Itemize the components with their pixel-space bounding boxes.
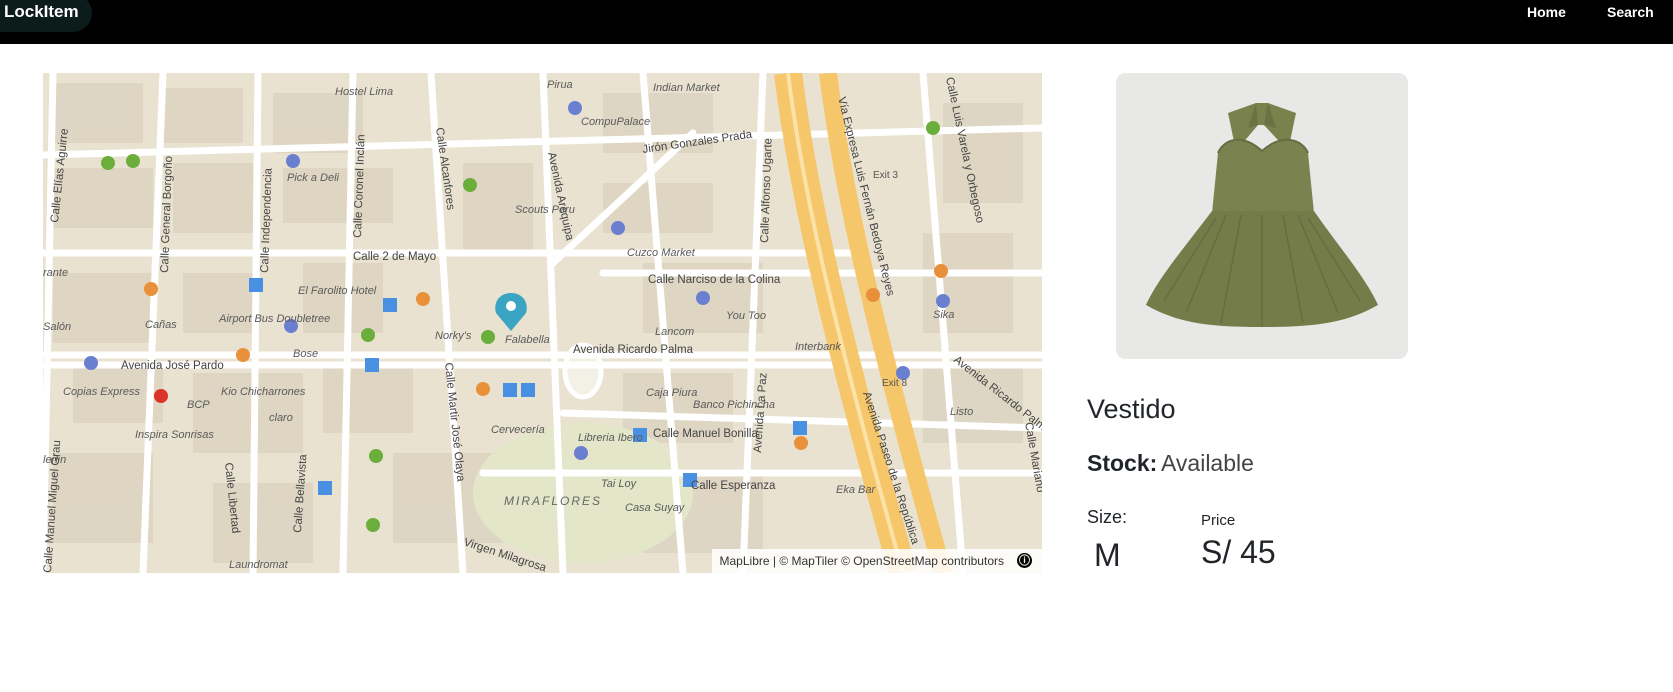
svg-text:Sika: Sika xyxy=(933,309,954,321)
svg-text:You Too: You Too xyxy=(726,310,766,322)
svg-text:Listo: Listo xyxy=(950,406,973,418)
svg-text:Airport Bus Doubletree: Airport Bus Doubletree xyxy=(218,313,330,325)
svg-text:Falabella: Falabella xyxy=(505,334,550,346)
svg-text:Calle 2 de Mayo: Calle 2 de Mayo xyxy=(353,251,436,263)
svg-text:rante: rante xyxy=(43,267,68,279)
svg-text:Caja Piura: Caja Piura xyxy=(646,387,697,399)
svg-text:Calle Narciso de la Colina: Calle Narciso de la Colina xyxy=(648,274,781,286)
size-label: Size: xyxy=(1087,507,1128,527)
svg-text:Pirua: Pirua xyxy=(547,79,573,91)
svg-text:Copias Express: Copias Express xyxy=(63,386,141,398)
svg-text:Avenida Ricardo Palma: Avenida Ricardo Palma xyxy=(573,344,694,356)
svg-text:BCP: BCP xyxy=(187,399,210,411)
top-navbar: LockItem Home Search xyxy=(0,0,1673,44)
svg-text:Scouts Peru: Scouts Peru xyxy=(515,204,575,216)
svg-text:Cervecería: Cervecería xyxy=(491,424,545,436)
svg-text:Tai Loy: Tai Loy xyxy=(601,478,638,490)
svg-text:CompuPalace: CompuPalace xyxy=(581,116,650,128)
svg-text:Salón: Salón xyxy=(43,321,71,333)
nav-home-link[interactable]: Home xyxy=(1527,4,1566,20)
svg-text:Eka Bar: Eka Bar xyxy=(836,484,876,496)
svg-text:Cañas: Cañas xyxy=(145,319,177,331)
svg-text:Casa Suyay: Casa Suyay xyxy=(625,502,686,514)
svg-text:Avenida José Pardo: Avenida José Pardo xyxy=(121,360,224,372)
svg-text:Calle Esperanza: Calle Esperanza xyxy=(691,480,776,492)
svg-text:lerlin: lerlin xyxy=(43,454,66,466)
price-label: Price xyxy=(1201,512,1236,529)
size-value: M xyxy=(1094,537,1121,573)
svg-text:El Farolito Hotel: El Farolito Hotel xyxy=(298,285,377,297)
price-value: S/ 45 xyxy=(1201,534,1276,570)
nav-search-link[interactable]: Search xyxy=(1607,4,1654,20)
svg-text:Hostel Lima: Hostel Lima xyxy=(335,86,393,98)
svg-text:Exit 8: Exit 8 xyxy=(882,378,907,389)
svg-text:Libreria Ibero: Libreria Ibero xyxy=(578,432,643,444)
svg-text:Cuzco Market: Cuzco Market xyxy=(627,247,696,259)
svg-text:claro: claro xyxy=(269,412,293,424)
map-info-icon[interactable]: ⓘ xyxy=(1017,553,1032,568)
svg-text:Interbank: Interbank xyxy=(795,341,841,353)
map-attribution[interactable]: MapLibre | © MapTiler © OpenStreetMap co… xyxy=(711,549,1042,573)
stock-value: Available xyxy=(1161,450,1254,476)
svg-text:Inspira Sonrisas: Inspira Sonrisas xyxy=(135,429,214,441)
svg-text:Exit 3: Exit 3 xyxy=(873,170,898,181)
svg-text:Laundromat: Laundromat xyxy=(229,559,289,571)
brand-logo[interactable]: LockItem xyxy=(0,0,92,32)
location-map[interactable]: Avenida Ricardo Palma Avenida José Pardo… xyxy=(43,73,1042,573)
svg-text:Bose: Bose xyxy=(293,348,318,360)
svg-text:Banco Pichincha: Banco Pichincha xyxy=(693,399,775,411)
svg-text:Norky's: Norky's xyxy=(435,330,472,342)
stock-label: Stock: xyxy=(1087,450,1158,476)
dress-illustration xyxy=(1116,73,1408,359)
svg-text:Kio Chicharrones: Kio Chicharrones xyxy=(221,386,306,398)
svg-text:Indian Market: Indian Market xyxy=(653,82,721,94)
svg-text:Pick a Deli: Pick a Deli xyxy=(287,172,340,184)
svg-text:Lancom: Lancom xyxy=(655,326,694,338)
svg-text:Calle Manuel Bonilla: Calle Manuel Bonilla xyxy=(653,428,758,440)
product-image xyxy=(1116,73,1408,359)
map-canvas[interactable]: Avenida Ricardo Palma Avenida José Pardo… xyxy=(43,73,1042,573)
svg-text:MIRAFLORES: MIRAFLORES xyxy=(504,494,602,508)
product-title: Vestido xyxy=(1087,394,1176,424)
